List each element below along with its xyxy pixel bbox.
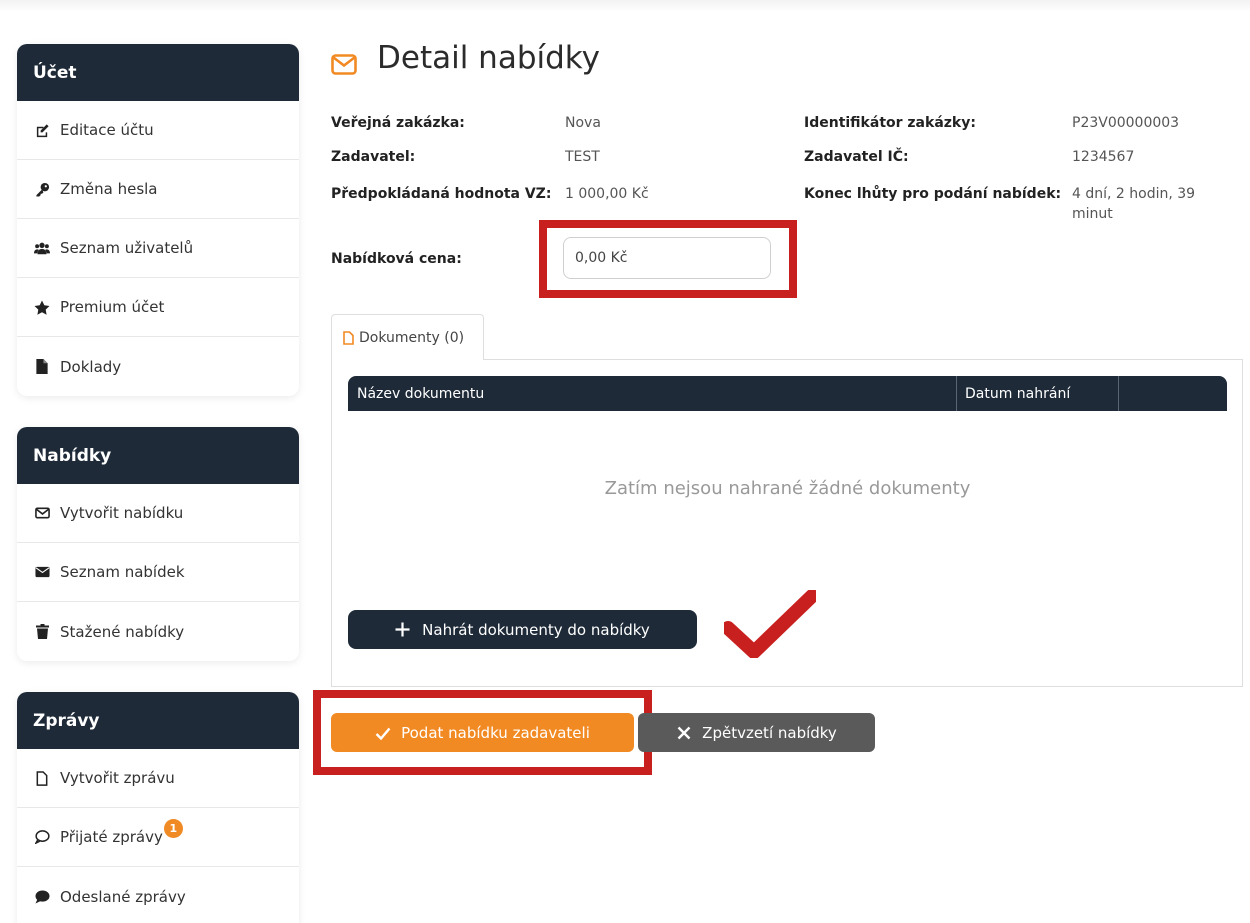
close-icon: [676, 726, 692, 740]
users-icon: [34, 240, 50, 256]
sidebar-item-create-message[interactable]: Vytvořit zprávu: [17, 749, 299, 808]
tab-documents[interactable]: Dokumenty (0): [331, 314, 484, 360]
key-icon: [34, 181, 50, 197]
deadline-label: Konec lhůty pro podání nabídek:: [804, 186, 1062, 202]
public-contract-label: Veřejná zakázka:: [331, 115, 465, 131]
offer-price-input[interactable]: [563, 237, 771, 279]
offers-panel-title: Nabídky: [17, 427, 299, 484]
deadline-value-line2: minut: [1072, 206, 1113, 222]
trash-icon: [34, 624, 50, 640]
sidebar-item-label: Vytvořit nabídku: [60, 504, 184, 522]
contracting-authority-value: TEST: [565, 149, 600, 165]
sidebar-item-withdrawn-offers[interactable]: Stažené nabídky: [17, 602, 299, 661]
annotation-checkmark-icon: [724, 590, 816, 658]
account-panel: Účet Editace účtu Změna hesla Seznam uži…: [17, 44, 299, 396]
submit-offer-button[interactable]: Podat nabídku zadavateli: [331, 713, 634, 752]
sidebar-item-change-password[interactable]: Změna hesla: [17, 160, 299, 219]
column-divider: [956, 376, 957, 411]
comment-icon: [34, 889, 50, 905]
offers-panel: Nabídky Vytvořit nabídku Seznam nabídek …: [17, 427, 299, 661]
contracting-authority-label: Zadavatel:: [331, 149, 416, 165]
sidebar-item-edit-account[interactable]: Editace účtu: [17, 101, 299, 160]
sidebar-item-received-messages[interactable]: Přijaté zprávy 1: [17, 808, 299, 867]
check-icon: [375, 726, 391, 740]
sidebar-item-offer-list[interactable]: Seznam nabídek: [17, 543, 299, 602]
page-title: Detail nabídky: [331, 40, 600, 76]
empty-documents-message: Zatím nejsou nahrané žádné dokumenty: [604, 478, 971, 499]
authority-ic-label: Zadavatel IČ:: [804, 149, 909, 165]
star-icon: [34, 299, 50, 315]
public-contract-value: Nova: [565, 115, 601, 131]
envelope-outline-icon: [331, 47, 357, 75]
withdraw-offer-label: Zpětvzetí nabídky: [702, 723, 837, 742]
documents-table-header: Název dokumentu Datum nahrání: [348, 376, 1227, 411]
column-header-name[interactable]: Název dokumentu: [357, 376, 484, 411]
sidebar-item-label: Vytvořit zprávu: [60, 769, 175, 787]
sidebar-item-users[interactable]: Seznam uživatelů: [17, 219, 299, 278]
tab-documents-label: Dokumenty (0): [359, 329, 465, 346]
sidebar-item-label: Editace účtu: [60, 121, 154, 139]
file-icon: [34, 359, 50, 375]
sidebar-item-create-offer[interactable]: Vytvořit nabídku: [17, 484, 299, 543]
sidebar-item-label: Stažené nabídky: [60, 622, 185, 641]
top-shade: [0, 0, 1250, 12]
withdraw-offer-button[interactable]: Zpětvzetí nabídky: [638, 713, 875, 752]
column-header-date[interactable]: Datum nahrání: [965, 376, 1070, 411]
sidebar-item-label: Premium účet: [60, 298, 165, 316]
deadline-value-line1: 4 dní, 2 hodin, 39: [1072, 186, 1196, 202]
comment-outline-icon: [34, 829, 50, 845]
messages-panel-title: Zprávy: [17, 692, 299, 749]
expected-value-value: 1 000,00 Kč: [565, 186, 649, 202]
account-panel-title: Účet: [17, 44, 299, 101]
upload-documents-label: Nahrát dokumenty do nabídky: [422, 620, 650, 639]
sidebar-item-label: Změna hesla: [60, 180, 158, 198]
envelope-icon: [34, 564, 50, 580]
offer-price-label: Nabídková cena:: [331, 251, 462, 267]
sidebar-item-label: Seznam uživatelů: [60, 239, 194, 257]
expected-value-label: Předpokládaná hodnota VZ:: [331, 186, 552, 202]
messages-panel: Zprávy Vytvořit zprávu Přijaté zprávy 1 …: [17, 692, 299, 923]
envelope-outline-icon: [34, 505, 50, 521]
upload-documents-button[interactable]: Nahrát dokumenty do nabídky: [348, 610, 697, 649]
plus-icon: [395, 622, 410, 637]
sidebar-item-label: Přijaté zprávy: [60, 828, 163, 846]
sidebar-item-premium[interactable]: Premium účet: [17, 278, 299, 337]
sidebar-item-label: Odeslané zprávy: [60, 887, 186, 906]
page-title-text: Detail nabídky: [377, 40, 600, 76]
file-outline-icon: [343, 330, 355, 345]
edit-icon: [34, 122, 50, 138]
column-divider: [1118, 376, 1119, 411]
file-outline-icon: [34, 770, 50, 786]
sidebar-item-label: Seznam nabídek: [60, 563, 185, 581]
sidebar-item-documents[interactable]: Doklady: [17, 337, 299, 396]
sidebar-item-label: Doklady: [60, 357, 122, 376]
contract-id-value: P23V00000003: [1072, 115, 1180, 131]
unread-count-badge: 1: [163, 818, 183, 838]
sidebar-item-sent-messages[interactable]: Odeslané zprávy: [17, 867, 299, 923]
authority-ic-value: 1234567: [1072, 149, 1135, 165]
submit-offer-label: Podat nabídku zadavateli: [401, 723, 590, 742]
contract-id-label: Identifikátor zakázky:: [804, 115, 976, 131]
